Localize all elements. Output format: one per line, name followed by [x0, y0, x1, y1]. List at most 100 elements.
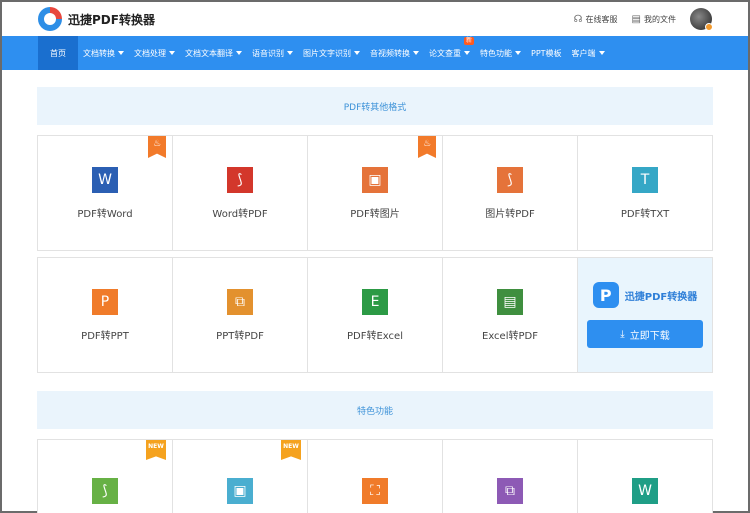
tool-label: PDF转TXT: [620, 208, 670, 220]
tool-card[interactable]: ⧉: [443, 440, 578, 513]
nav-label: 特色功能: [480, 48, 512, 58]
tool-card[interactable]: ♨ ▣ PDF转图片: [308, 136, 443, 251]
header-actions: ☊ 在线客服 ▤ 我的文件: [574, 8, 713, 31]
tool-card[interactable]: ⧉ PPT转PDF: [173, 258, 308, 373]
nav-item-features[interactable]: 特色功能: [475, 36, 526, 70]
tool-card[interactable]: W: [578, 440, 713, 513]
image-icon: ▣: [362, 166, 388, 193]
section-title-pdf-convert: PDF转其他格式: [37, 87, 713, 125]
download-icon: ⤓: [620, 328, 625, 340]
tool-card[interactable]: E PDF转Excel: [308, 258, 443, 373]
pdf-icon: ⟆: [92, 478, 118, 504]
nav-label: 客户端: [571, 48, 596, 58]
file-icon: ▤: [631, 13, 641, 25]
nav-item-media[interactable]: 音视频转换: [365, 36, 424, 70]
nav-label: 论文查重: [429, 48, 461, 58]
new-tag: NEW: [146, 440, 166, 460]
new-badge: 新: [463, 37, 474, 45]
excel-icon: E: [362, 288, 388, 315]
tool-card[interactable]: ⟆ Word转PDF: [173, 136, 308, 251]
chevron-down-icon: [354, 51, 360, 55]
nav-label: 音视频转换: [370, 48, 410, 58]
nav-label: 文档文本翻译: [185, 48, 233, 58]
tool-label: Word转PDF: [212, 208, 268, 220]
nav-item-doc-process[interactable]: 文档处理: [129, 36, 180, 70]
download-label: 立即下载: [629, 330, 670, 342]
chevron-down-icon: [515, 51, 521, 55]
tool-card[interactable]: T PDF转TXT: [578, 136, 713, 251]
nav-label: 文档处理: [134, 48, 166, 58]
tool-card[interactable]: P PDF转PPT: [38, 258, 173, 373]
app-logo-icon: P: [592, 282, 619, 308]
scan-icon: ⛶: [362, 478, 388, 504]
my-files-label: 我的文件: [644, 14, 676, 24]
ppt-icon: P: [92, 288, 118, 315]
tool-grid-row2: P PDF转PPT ⧉ PPT转PDF E PDF转Excel ▤ Excel转…: [37, 257, 713, 373]
txt-icon: T: [632, 166, 658, 193]
main-nav: 首页 文档转换 文档处理 文档文本翻译 语音识别 图片文字识别 音视频转换 论文…: [2, 36, 748, 70]
tool-card[interactable]: ▤ Excel转PDF: [443, 258, 578, 373]
hot-tag: ♨: [418, 136, 436, 158]
tool-card[interactable]: ♨ W PDF转Word: [38, 136, 173, 251]
image-icon: ▣: [227, 478, 253, 504]
tool-label: PDF转PPT: [81, 330, 129, 342]
tool-label: PDF转Excel: [347, 330, 403, 342]
chevron-down-icon: [169, 51, 175, 55]
online-service-link[interactable]: ☊ 在线客服: [574, 14, 618, 25]
chevron-down-icon: [236, 51, 242, 55]
nav-label: PPT模板: [531, 48, 562, 58]
top-header: 迅捷PDF转换器 ☊ 在线客服 ▤ 我的文件: [2, 2, 748, 36]
tool-label: Excel转PDF: [482, 330, 538, 342]
promo-brand: P 迅捷PDF转换器: [592, 282, 698, 308]
tool-grid-row3: NEW ⟆ NEW ▣ ⛶ ⧉ W: [37, 439, 713, 513]
excel-pdf-icon: ▤: [497, 288, 523, 315]
hot-tag: ♨: [148, 136, 166, 158]
nav-label: 图片文字识别: [303, 48, 351, 58]
avatar[interactable]: [690, 8, 713, 31]
tool-label: PPT转PDF: [216, 330, 264, 342]
fire-icon: ♨: [152, 139, 162, 149]
headset-icon: ☊: [573, 13, 583, 25]
fire-icon: ♨: [422, 139, 432, 149]
nav-item-home[interactable]: 首页: [38, 36, 78, 70]
download-promo: P 迅捷PDF转换器 ⤓ 立即下载: [578, 258, 713, 373]
nav-item-plagiarism[interactable]: 论文查重新: [424, 36, 475, 70]
main-content: PDF转其他格式 ♨ W PDF转Word ⟆ Word转PDF ♨ ▣ PDF…: [2, 87, 748, 513]
nav-item-translate[interactable]: 文档文本翻译: [180, 36, 247, 70]
tool-card[interactable]: NEW ⟆: [38, 440, 173, 513]
tool-label: PDF转Word: [77, 208, 133, 220]
copy-icon: ⧉: [497, 478, 523, 504]
promo-app-name: 迅捷PDF转换器: [624, 291, 698, 303]
tool-card[interactable]: NEW ▣: [173, 440, 308, 513]
brand[interactable]: 迅捷PDF转换器: [38, 7, 155, 31]
pdf-icon: ⟆: [497, 166, 523, 193]
nav-label: 首页: [50, 48, 66, 58]
pdf-icon: ⟆: [227, 166, 253, 193]
tool-card[interactable]: ⛶: [308, 440, 443, 513]
brand-logo-icon: [38, 7, 62, 31]
chevron-down-icon: [464, 51, 470, 55]
my-files-link[interactable]: ▤ 我的文件: [632, 14, 676, 25]
online-service-label: 在线客服: [585, 14, 618, 24]
nav-item-speech[interactable]: 语音识别: [247, 36, 298, 70]
download-button[interactable]: ⤓ 立即下载: [587, 320, 703, 348]
nav-item-ppt[interactable]: PPT模板: [526, 36, 567, 70]
nav-item-doc-convert[interactable]: 文档转换: [78, 36, 129, 70]
chevron-down-icon: [413, 51, 419, 55]
nav-item-client[interactable]: 客户端: [567, 36, 610, 70]
nav-item-ocr[interactable]: 图片文字识别: [298, 36, 365, 70]
tool-card[interactable]: ⟆ 图片转PDF: [443, 136, 578, 251]
chevron-down-icon: [287, 51, 293, 55]
tool-grid-row1: ♨ W PDF转Word ⟆ Word转PDF ♨ ▣ PDF转图片 ⟆ 图片转…: [37, 135, 713, 251]
word-icon: W: [632, 478, 658, 504]
tool-label: PDF转图片: [350, 208, 400, 220]
section-title-features: 特色功能: [37, 391, 713, 429]
nav-label: 文档转换: [83, 48, 115, 58]
chevron-down-icon: [118, 51, 124, 55]
ppt-pdf-icon: ⧉: [227, 288, 253, 315]
word-icon: W: [92, 166, 118, 193]
nav-label: 语音识别: [252, 48, 284, 58]
chevron-down-icon: [598, 51, 605, 55]
brand-name: 迅捷PDF转换器: [68, 12, 155, 27]
new-tag: NEW: [281, 440, 301, 460]
